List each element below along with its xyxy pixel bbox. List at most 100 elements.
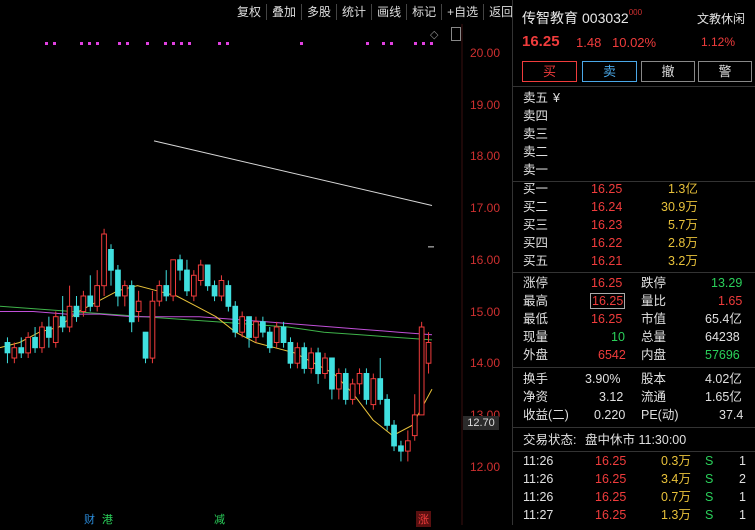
ma-yellow-line (0, 285, 433, 437)
axis-label: 16.00 (470, 253, 501, 267)
candle-up (370, 378, 377, 406)
stat-value: 16.25 (591, 312, 623, 326)
candle-up (336, 373, 342, 390)
sell-button[interactable]: 卖 (582, 61, 637, 82)
event-label: 港 (102, 514, 113, 526)
ask-row: 卖五 ¥ (513, 89, 755, 107)
candle-down (4, 342, 11, 354)
bid-label: 买四 (523, 236, 549, 250)
candle-down (301, 347, 308, 369)
cancel-order-button[interactable]: 撤 (641, 61, 695, 82)
divider (513, 272, 755, 273)
stat-value: 64238 (705, 330, 740, 344)
fund-value: 3.12 (599, 390, 624, 404)
candle-up (308, 352, 314, 369)
sector-name[interactable]: 文教休闲 (697, 10, 745, 27)
bid-row[interactable]: 买四 16.22 2.8万 (513, 234, 755, 252)
fund-row: 收益(二) 0.220 PE(动) 37.4 (513, 406, 755, 424)
candle-down (342, 373, 349, 400)
bid-label: 买一 (523, 182, 549, 196)
candle-up (156, 285, 163, 302)
tick-price: 16.25 (595, 490, 627, 504)
candle-down (177, 259, 183, 271)
toolbar-watchlist-button[interactable]: +自选 (441, 4, 483, 20)
axis-label: 19.00 (470, 98, 501, 112)
toolbar-restore-button[interactable]: 复权 (232, 4, 266, 20)
stat-row: 最高 16.25 量比 1.65 (513, 292, 755, 310)
toolbar-mark-button[interactable]: 标记 (406, 4, 441, 20)
toolbar-stats-button[interactable]: 统计 (336, 4, 371, 20)
alert-button[interactable]: 警 (698, 61, 752, 82)
chart-toolbar: 复权 叠加 多股 统计 画线 标记 +自选 返回 (232, 2, 518, 22)
stat-label: 量比 (641, 294, 667, 308)
candle-up (405, 440, 411, 452)
signal-dot (53, 42, 56, 45)
candle-down (211, 285, 218, 297)
bid-price: 16.24 (591, 200, 623, 214)
bid-row[interactable]: 买五 16.21 3.2万 (513, 252, 755, 270)
kline-canvas[interactable] (0, 0, 512, 525)
candle-down (142, 331, 149, 359)
candle-down (287, 342, 294, 364)
stat-value: 57696 (705, 348, 740, 362)
bid-row[interactable]: 买一 16.25 1.3亿 (513, 180, 755, 198)
tick-side: S (705, 472, 714, 486)
stat-label: 跌停 (641, 276, 667, 290)
candle-up (11, 347, 18, 359)
candle-up (122, 285, 128, 297)
signal-dot (126, 42, 129, 45)
fund-value: 4.02亿 (705, 372, 742, 386)
sidebar-toggle-icon[interactable] (451, 27, 461, 41)
ask-row: 卖一 (513, 161, 755, 179)
bid-price: 16.22 (591, 236, 623, 250)
candle-up (322, 357, 328, 374)
tick-count: 1 (739, 454, 746, 468)
candle-down (260, 321, 266, 333)
status-label: 交易状态: (523, 433, 577, 447)
bid-volume: 1.3亿 (668, 182, 698, 196)
tick-price: 16.25 (595, 472, 627, 486)
fund-value: 3.90% (585, 372, 621, 386)
tick-time: 11:26 (523, 454, 554, 468)
bid-volume: 3.2万 (668, 254, 698, 268)
tick-time: 11:26 (523, 472, 554, 486)
trade-status: 交易状态: 盘中休市 11:30:00 (513, 431, 755, 449)
candle-down (398, 445, 404, 452)
candle-down (115, 269, 121, 297)
toolbar-draw-button[interactable]: 画线 (371, 4, 406, 20)
candle-down (280, 326, 287, 343)
stat-label: 总量 (641, 330, 667, 344)
candle-down (232, 305, 239, 333)
toolbar-multi-button[interactable]: 多股 (301, 4, 336, 20)
signal-dot (300, 42, 303, 45)
tick-time: 11:26 (523, 490, 554, 504)
event-label: 财 (84, 514, 95, 526)
fund-row: 换手 3.90% 股本 4.02亿 (513, 370, 755, 388)
axis-label: 12.00 (470, 460, 501, 474)
candle-up (411, 414, 418, 437)
candle-down (32, 336, 38, 349)
ask-label: 卖四 (523, 109, 549, 123)
toolbar-overlay-button[interactable]: 叠加 (266, 4, 301, 20)
candle-up (425, 342, 432, 364)
bid-row[interactable]: 买三 16.23 5.7万 (513, 216, 755, 234)
quote-panel: 传智教育 003032000 文教休闲 1.12% 16.25 1.48 10.0… (512, 0, 755, 525)
bid-row[interactable]: 买二 16.24 30.9万 (513, 198, 755, 216)
signal-dot (430, 42, 433, 45)
signal-dot (422, 42, 425, 45)
bid-price: 16.21 (591, 254, 623, 268)
signal-dot (390, 42, 393, 45)
buy-button[interactable]: 买 (522, 61, 577, 82)
candle-down (329, 357, 335, 390)
tick-row: 11:26 16.25 0.3万 S 1 (513, 452, 755, 470)
stat-value: 6542 (598, 348, 626, 362)
fund-value: 37.4 (719, 408, 744, 422)
kline-chart[interactable] (0, 0, 512, 525)
signal-dot (118, 42, 121, 45)
expand-icon[interactable]: ◇ (430, 28, 438, 41)
candle-up (149, 300, 156, 359)
tick-volume: 1.3万 (661, 508, 691, 522)
stat-value: 16.25 (590, 293, 626, 309)
signal-dot (164, 42, 167, 45)
candle-up (25, 336, 31, 354)
